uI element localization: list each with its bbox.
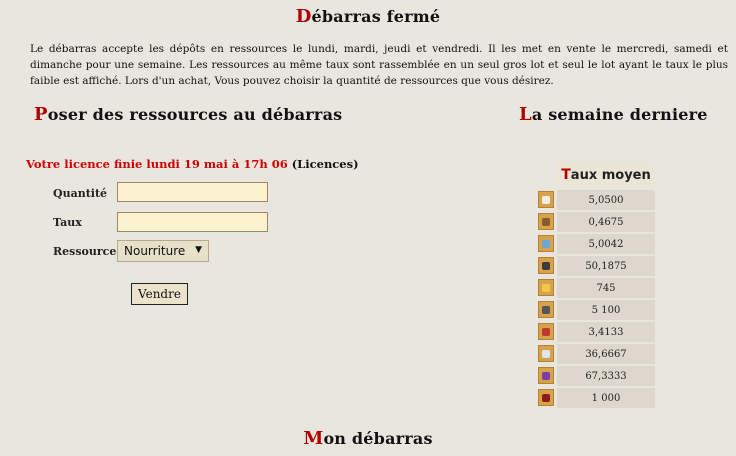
poser-section-title: Poser des ressources au débarras xyxy=(34,104,342,125)
gold-icon xyxy=(538,279,554,296)
rate-row: 36,6667 xyxy=(537,343,655,365)
rate-row: 67,3333 xyxy=(537,365,655,387)
stone-icon xyxy=(538,301,554,318)
metal-icon-glyph xyxy=(542,239,550,248)
average-rate-header: Taux moyen xyxy=(557,162,655,188)
wood-icon xyxy=(538,213,554,230)
rate-value: 0,4675 xyxy=(557,212,655,233)
poser-title-rest: oser des ressources au débarras xyxy=(47,105,343,124)
my-storage-title-rest: on débarras xyxy=(323,429,433,448)
rate-value: 67,3333 xyxy=(557,366,655,387)
page-title-rest: ébarras fermé xyxy=(311,7,441,26)
rate-value: 1 000 xyxy=(557,388,655,409)
rate-input[interactable] xyxy=(117,212,268,232)
rate-row: 0,4675 xyxy=(537,211,655,233)
cloth-icon-glyph xyxy=(542,393,550,402)
dropdown-arrow-icon: ▼ xyxy=(195,245,202,255)
week-section-title: La semaine derniere xyxy=(519,104,708,125)
my-storage-title: Mon débarras xyxy=(0,428,736,449)
metal-icon xyxy=(538,235,554,252)
rate-value: 36,6667 xyxy=(557,344,655,365)
rate-row: 3,4133 xyxy=(537,321,655,343)
amethyst-icon-glyph xyxy=(542,371,550,380)
my-storage-title-initial: M xyxy=(303,428,324,449)
licences-link[interactable]: (Licences) xyxy=(292,157,359,171)
quantity-label: Quantité xyxy=(53,187,108,200)
gold-icon-glyph xyxy=(542,283,550,292)
stone-icon-glyph xyxy=(542,305,550,314)
rate-value: 5,0500 xyxy=(557,190,655,211)
licence-notice: Votre licence finie lundi 19 mai à 17h 0… xyxy=(26,157,359,171)
rate-value: 50,1875 xyxy=(557,256,655,277)
rate-value: 5 100 xyxy=(557,300,655,321)
rate-value: 745 xyxy=(557,278,655,299)
sell-button[interactable]: Vendre xyxy=(131,283,188,305)
resource-select-value: Nourriture xyxy=(124,244,186,258)
rate-row: 1 000 xyxy=(537,387,655,409)
page-title: Débarras fermé xyxy=(0,6,736,27)
resource-select[interactable]: Nourriture ▼ xyxy=(117,240,209,262)
rate-header-initial: T xyxy=(561,167,571,183)
gem-icon xyxy=(538,323,554,340)
food-icon-glyph xyxy=(542,195,550,204)
amethyst-icon xyxy=(538,367,554,384)
gem-icon-glyph xyxy=(542,327,550,336)
rate-value: 5,0042 xyxy=(557,234,655,255)
quill-icon-glyph xyxy=(542,261,550,270)
wood-icon-glyph xyxy=(542,217,550,226)
food-icon xyxy=(538,191,554,208)
rate-row: 5,0500 xyxy=(537,189,655,211)
licence-text: Votre licence finie lundi 19 mai à 17h 0… xyxy=(26,157,288,171)
quantity-input[interactable] xyxy=(117,182,268,202)
rate-row: 5 100 xyxy=(537,299,655,321)
rate-header-rest: aux moyen xyxy=(570,167,651,183)
rate-value: 3,4133 xyxy=(557,322,655,343)
cloth-icon xyxy=(538,389,554,406)
crystal-icon-glyph xyxy=(542,349,550,358)
week-title-initial: L xyxy=(519,104,532,125)
quill-icon xyxy=(538,257,554,274)
page-title-initial: D xyxy=(295,6,312,27)
poser-title-initial: P xyxy=(34,104,48,125)
description-text: Le débarras accepte les dépôts en ressou… xyxy=(30,43,728,87)
rate-row: 745 xyxy=(537,277,655,299)
rate-row: 5,0042 xyxy=(537,233,655,255)
rate-label: Taux xyxy=(53,216,82,229)
rate-row: 50,1875 xyxy=(537,255,655,277)
resource-label: Ressource xyxy=(53,245,117,258)
crystal-icon xyxy=(538,345,554,362)
week-title-rest: a semaine derniere xyxy=(531,105,708,124)
